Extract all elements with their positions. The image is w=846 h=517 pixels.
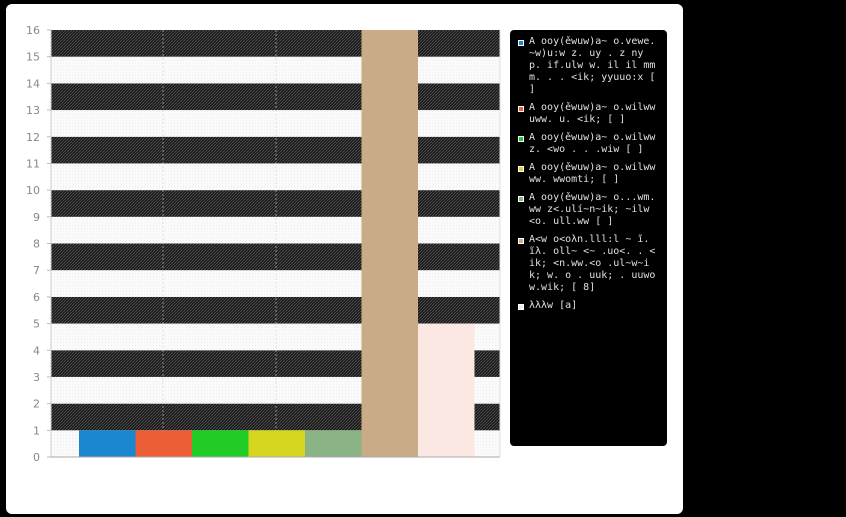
legend-swatch — [518, 40, 524, 46]
legend-swatch — [518, 196, 524, 202]
legend-label: A ooy(ěwuw)a~ o...wm.ww z<.ulí~n~ik; ~il… — [529, 192, 656, 227]
y-tick-label: 12 — [26, 131, 40, 144]
legend-item[interactable]: λλλw [a] — [518, 300, 659, 312]
legend-label: A ooy(ěwuw)a~ o.vewe. ~w)u:w z. uy . z n… — [529, 36, 656, 95]
bar-chart: 012345678910111213141516 — [26, 24, 501, 464]
y-tick-label: 1 — [33, 424, 40, 437]
bar[interactable] — [248, 430, 306, 457]
y-axis: 012345678910111213141516 — [26, 24, 51, 464]
bar[interactable] — [305, 430, 362, 457]
legend-item[interactable]: A ooy(ěwuw)a~ o.wilww ww. wwomti; [ ] — [518, 162, 659, 186]
y-tick-label: 9 — [33, 211, 40, 224]
grid-band — [51, 83, 500, 111]
legend-label: A ooy(ěwuw)a~ o.wilww z. <wo . . .wiw [ … — [529, 132, 656, 155]
bar[interactable] — [418, 323, 475, 457]
legend-item[interactable]: A<w o<oλn.lll:l ~ ĩ. ĩλ. oll~ <~ .uo<. .… — [518, 234, 659, 294]
y-tick-label: 8 — [33, 238, 40, 251]
y-tick-label: 0 — [33, 451, 40, 464]
grid-band — [51, 30, 500, 57]
y-tick-label: 13 — [26, 104, 40, 117]
y-tick-label: 7 — [33, 264, 40, 277]
bar[interactable] — [361, 30, 419, 457]
grid-band — [51, 216, 500, 244]
grid-band — [51, 296, 500, 324]
legend-swatch — [518, 304, 524, 310]
legend-swatch — [518, 136, 524, 142]
y-tick-label: 3 — [33, 371, 40, 384]
legend: A ooy(ěwuw)a~ o.vewe. ~w)u:w z. uy . z n… — [510, 30, 667, 446]
legend-item[interactable]: A ooy(ěwuw)a~ o...wm.ww z<.ulí~n~ik; ~il… — [518, 192, 659, 228]
y-tick-label: 15 — [26, 51, 40, 64]
bar[interactable] — [79, 430, 136, 457]
grid-band — [51, 163, 500, 191]
bar[interactable] — [135, 430, 193, 457]
legend-label: λλλw [a] — [529, 300, 578, 311]
bar[interactable] — [192, 430, 249, 457]
grid-band — [51, 136, 500, 164]
legend-label: A<w o<oλn.lll:l ~ ĩ. ĩλ. oll~ <~ .uo<. .… — [529, 234, 656, 293]
legend-item[interactable]: A ooy(ěwuw)a~ o.wilww z. <wo . . .wiw [ … — [518, 132, 659, 156]
legend-swatch — [518, 106, 524, 112]
grid-band — [51, 270, 500, 297]
y-tick-label: 16 — [26, 24, 40, 37]
legend-item[interactable]: A ooy(ěwuw)a~ o.vewe. ~w)u:w z. uy . z n… — [518, 36, 659, 96]
y-tick-label: 4 — [33, 344, 40, 357]
grid-band — [51, 110, 500, 137]
legend-item[interactable]: A ooy(ěwuw)a~ o.wilww uww. u. <ik; [ ] — [518, 102, 659, 126]
y-tick-label: 6 — [33, 291, 40, 304]
grid-band — [51, 56, 500, 84]
grid-band — [51, 243, 500, 271]
legend-label: A ooy(ěwuw)a~ o.wilww ww. wwomti; [ ] — [529, 162, 656, 185]
legend-label: A ooy(ěwuw)a~ o.wilww uww. u. <ik; [ ] — [529, 102, 656, 125]
grid-band — [51, 190, 500, 217]
y-tick-label: 11 — [26, 157, 40, 170]
y-tick-label: 10 — [26, 184, 40, 197]
y-tick-label: 5 — [33, 318, 40, 331]
y-tick-label: 14 — [26, 77, 40, 90]
legend-swatch — [518, 166, 524, 172]
legend-swatch — [518, 238, 524, 244]
y-tick-label: 2 — [33, 398, 40, 411]
